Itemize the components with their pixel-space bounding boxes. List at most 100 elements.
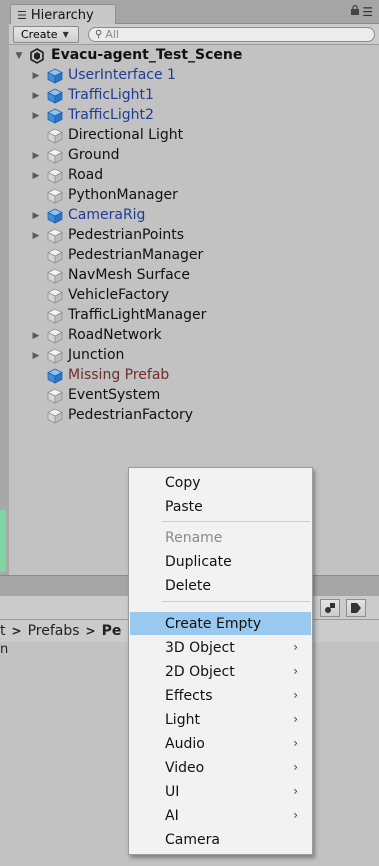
breadcrumb-item[interactable]: t (0, 623, 6, 639)
scene-row[interactable]: ▼ Evacu-agent_Test_Scene (9, 46, 379, 66)
chevron-right-icon: › (293, 736, 298, 750)
hierarchy-item[interactable]: EventSystem (9, 386, 379, 406)
hierarchy-item[interactable]: ▶ CameraRig (9, 206, 379, 226)
menu-item-duplicate[interactable]: Duplicate (130, 550, 311, 573)
search-placeholder: All (105, 28, 119, 41)
breadcrumb-item-current[interactable]: Pe (102, 623, 122, 639)
menu-item-label: 2D Object (165, 663, 235, 680)
hierarchy-item[interactable]: ▶ Junction (9, 346, 379, 366)
menu-item-video[interactable]: Video › (130, 756, 311, 779)
hierarchy-item[interactable]: ▶ TrafficLight1 (9, 86, 379, 106)
menu-item-camera[interactable]: Camera (130, 828, 311, 851)
expand-arrow-icon[interactable]: ▼ (14, 51, 24, 61)
prefab-cube-icon (47, 68, 63, 84)
menu-item-create-empty[interactable]: Create Empty (130, 612, 311, 635)
search-icon: ⚲ (95, 29, 103, 40)
menu-item-3d-object[interactable]: 3D Object › (130, 636, 311, 659)
expand-arrow-icon[interactable]: ▶ (31, 331, 41, 341)
menu-item-ui[interactable]: UI › (130, 780, 311, 803)
hierarchy-item[interactable]: Directional Light (9, 126, 379, 146)
hierarchy-item-label: NavMesh Surface (68, 267, 190, 283)
chevron-right-icon: › (293, 760, 298, 774)
scene-view-edge (0, 510, 6, 572)
menu-item-ai[interactable]: AI › (130, 804, 311, 827)
menu-item-2d-object[interactable]: 2D Object › (130, 660, 311, 683)
hierarchy-item-label: Road (68, 167, 104, 183)
hierarchy-item[interactable]: PedestrianManager (9, 246, 379, 266)
gameobject-cube-icon (47, 408, 63, 424)
hierarchy-item-label: TrafficLight1 (68, 87, 154, 103)
hierarchy-item-label: Ground (68, 147, 120, 163)
hierarchy-item-label: RoadNetwork (68, 327, 162, 343)
hierarchy-item[interactable]: ▶ Ground (9, 146, 379, 166)
scene-name: Evacu-agent_Test_Scene (51, 47, 243, 63)
expand-arrow-icon[interactable]: ▶ (31, 231, 41, 241)
panel-menu-icon[interactable]: ☰ (362, 5, 373, 19)
menu-item-paste[interactable]: Paste (130, 495, 311, 518)
search-input[interactable]: ⚲ All (88, 27, 375, 42)
expand-arrow-icon[interactable]: ▶ (31, 151, 41, 161)
hierarchy-item[interactable]: ▶ Road (9, 166, 379, 186)
filter-type-button[interactable] (320, 599, 340, 617)
hierarchy-item[interactable]: NavMesh Surface (9, 266, 379, 286)
hierarchy-item[interactable]: ▶ UserInterface 1 (9, 66, 379, 86)
chevron-down-icon: ▼ (62, 30, 69, 39)
expand-arrow-icon[interactable]: ▶ (31, 351, 41, 361)
lock-icon[interactable] (350, 5, 360, 15)
gameobject-cube-icon (47, 248, 63, 264)
breadcrumb-item[interactable]: Prefabs (28, 623, 80, 639)
menu-item-audio[interactable]: Audio › (130, 732, 311, 755)
gameobject-cube-icon (47, 228, 63, 244)
menu-item-light[interactable]: Light › (130, 708, 311, 731)
hierarchy-item-label: CameraRig (68, 207, 146, 223)
gameobject-cube-icon (47, 348, 63, 364)
menu-item-label: Paste (165, 498, 203, 515)
hierarchy-item[interactable]: ▶ RoadNetwork (9, 326, 379, 346)
filter-label-button[interactable] (346, 599, 366, 617)
menu-item-label: Video (165, 759, 205, 776)
tab-hierarchy[interactable]: ☰ Hierarchy (10, 4, 116, 25)
hierarchy-item-label: VehicleFactory (68, 287, 170, 303)
menu-item-delete[interactable]: Delete (130, 574, 311, 597)
chevron-right-icon: › (293, 664, 298, 678)
project-list-item[interactable]: n (0, 642, 8, 657)
prefab-cube-icon (47, 208, 63, 224)
hierarchy-item-label: PedestrianManager (68, 247, 204, 263)
gameobject-cube-icon (47, 268, 63, 284)
hierarchy-item-label: EventSystem (68, 387, 161, 403)
menu-item-label: UI (165, 783, 180, 800)
menu-item-label: Delete (165, 577, 211, 594)
menu-item-label: Camera (165, 831, 220, 848)
hierarchy-item-label: UserInterface 1 (68, 67, 176, 83)
hierarchy-item[interactable]: PythonManager (9, 186, 379, 206)
menu-separator (162, 521, 310, 522)
hierarchy-item-label: TrafficLight2 (68, 107, 154, 123)
expand-arrow-icon[interactable]: ▶ (31, 91, 41, 101)
hierarchy-item-label: Directional Light (68, 127, 184, 143)
hierarchy-item[interactable]: ▶ PedestrianPoints (9, 226, 379, 246)
menu-item-label: Audio (165, 735, 205, 752)
prefab-cube-icon (47, 368, 63, 384)
expand-arrow-icon[interactable]: ▶ (31, 211, 41, 221)
expand-arrow-icon[interactable]: ▶ (31, 171, 41, 181)
hierarchy-item[interactable]: VehicleFactory (9, 286, 379, 306)
gameobject-cube-icon (47, 188, 63, 204)
hierarchy-item[interactable]: PedestrianFactory (9, 406, 379, 426)
menu-separator (162, 601, 310, 602)
menu-item-effects[interactable]: Effects › (130, 684, 311, 707)
hierarchy-item[interactable]: TrafficLightManager (9, 306, 379, 326)
expand-arrow-icon[interactable]: ▶ (31, 71, 41, 81)
hierarchy-item[interactable]: ▶ TrafficLight2 (9, 106, 379, 126)
chevron-right-icon: › (293, 640, 298, 654)
menu-item-copy[interactable]: Copy (130, 471, 311, 494)
hierarchy-item-label: PedestrianFactory (68, 407, 194, 423)
create-dropdown-button[interactable]: Create ▼ (13, 26, 79, 43)
menu-item-label: Duplicate (165, 553, 232, 570)
hierarchy-item[interactable]: Missing Prefab (9, 366, 379, 386)
gameobject-cube-icon (47, 128, 63, 144)
shapes-icon (325, 603, 335, 613)
menu-item-label: Rename (165, 529, 223, 546)
expand-arrow-icon[interactable]: ▶ (31, 111, 41, 121)
gameobject-cube-icon (47, 148, 63, 164)
editor-left-edge (0, 0, 9, 575)
